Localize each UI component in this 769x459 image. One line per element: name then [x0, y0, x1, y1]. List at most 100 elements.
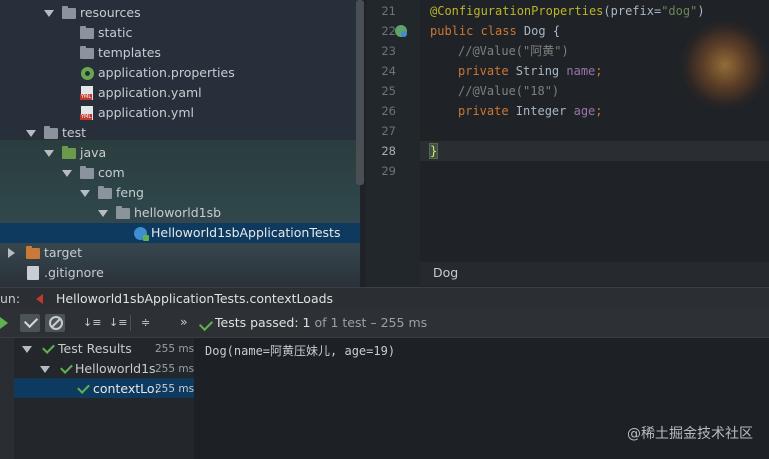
tree-item-label: application.properties [98, 65, 235, 80]
spring-bean-gutter-icon[interactable] [395, 25, 407, 37]
tree-item-test-class[interactable]: Helloworld1sbApplicationTests [0, 223, 360, 243]
test-tree-label: Test Results [58, 341, 132, 356]
folder-icon [44, 126, 58, 139]
code-line-28: } [428, 141, 439, 161]
yml-file-icon [80, 106, 93, 120]
run-config-tab[interactable]: Helloworld1sbApplicationTests.contextLoa… [56, 291, 333, 306]
chevron-down-icon[interactable] [98, 210, 108, 217]
run-label: un: [0, 291, 21, 306]
chevron-down-icon[interactable] [44, 150, 54, 157]
breadcrumb-tooltip: Dog [420, 262, 769, 286]
tree-item-label: test [62, 125, 87, 140]
code-line-21: @ConfigurationProperties(prefix="dog") [430, 1, 705, 21]
run-config-icon [36, 294, 43, 304]
yml-file-icon [80, 86, 93, 100]
test-source-folder-icon [62, 146, 76, 159]
tree-item-resources[interactable]: resources [0, 3, 360, 23]
chevron-right-icon[interactable] [8, 248, 15, 258]
code-token: Dog { [523, 24, 561, 38]
line-number: 23 [381, 44, 396, 58]
tree-item-application-yml[interactable]: application.yml [0, 103, 360, 123]
tree-item-feng[interactable]: feng [0, 183, 360, 203]
chevron-down-icon[interactable] [80, 190, 90, 197]
line-number: 27 [381, 124, 396, 138]
test-duration: 255 ms [155, 383, 195, 395]
test-tree-class[interactable]: Helloworld1s 255 ms [40, 359, 194, 379]
toolbar-divider [130, 315, 131, 331]
tests-passed-icon [198, 316, 214, 332]
test-passed-icon [60, 361, 73, 374]
tree-item-label: java [80, 145, 107, 160]
chevron-down-icon[interactable] [62, 170, 72, 177]
tree-item-templates[interactable]: templates [0, 43, 360, 63]
sort-duration-icon: ↓≡ [109, 316, 128, 329]
package-icon [98, 186, 112, 199]
chevron-down-icon[interactable] [26, 130, 36, 137]
sort-by-duration-button[interactable]: ↓≡ [106, 314, 128, 332]
project-tree: resources static templates application.p… [0, 0, 360, 287]
folder-icon [80, 46, 94, 59]
file-icon [27, 266, 39, 280]
tooltip-text: Dog [433, 265, 459, 280]
package-icon [80, 166, 94, 179]
tree-item-label: com [98, 165, 125, 180]
test-tree-label: Helloworld1s [75, 361, 156, 376]
tree-item-com[interactable]: com [0, 163, 360, 183]
tree-item-label: Helloworld1sbApplicationTests [151, 225, 341, 240]
folder-icon [62, 6, 76, 19]
tree-item-application-yaml[interactable]: application.yaml [0, 83, 360, 103]
keyword-token: private [458, 104, 516, 118]
test-tree-label: contextLo: [93, 381, 159, 396]
show-passed-button[interactable] [20, 313, 40, 332]
rerun-icon[interactable] [0, 317, 8, 329]
console-output[interactable]: Dog(name=阿黄压妹儿, age=19) [205, 342, 395, 359]
tree-item-label: feng [116, 185, 144, 200]
tree-item-gitignore[interactable]: .gitignore [0, 263, 360, 283]
status-suffix: of 1 test – 255 ms [310, 315, 428, 330]
tree-item-static[interactable]: static [0, 23, 360, 43]
test-duration: 255 ms [155, 363, 195, 375]
string-token: "dog" [661, 4, 698, 18]
code-line-25: //@Value("18") [458, 84, 560, 98]
tree-item-label: templates [98, 45, 161, 60]
tree-scrollbar[interactable] [356, 0, 364, 185]
tree-item-helloworld1sb[interactable]: helloworld1sb [0, 203, 360, 223]
expand-all-button[interactable]: ≑ [138, 314, 158, 332]
line-number: 24 [381, 64, 396, 78]
line-number: 28 [381, 144, 396, 158]
tree-item-label: application.yaml [98, 85, 202, 100]
code-line-26: private Integer age; [458, 101, 603, 121]
check-icon [23, 313, 39, 329]
tree-item-java[interactable]: java [0, 143, 360, 163]
line-number: 22 [381, 24, 396, 38]
chevron-down-icon[interactable] [22, 346, 32, 353]
code-token: ; [595, 104, 603, 118]
tree-item-test[interactable]: test [0, 123, 360, 143]
code-token: (prefix= [603, 4, 662, 18]
tree-item-label: static [98, 25, 133, 40]
test-passed-icon [42, 341, 55, 354]
sort-az-icon: ↓≡ [83, 316, 102, 329]
test-tree-root[interactable]: Test Results 255 ms [22, 339, 194, 359]
current-line-highlight [420, 141, 769, 161]
test-tree-method[interactable]: contextLo: 255 ms [76, 379, 194, 399]
line-number: 29 [381, 164, 396, 178]
more-actions-icon[interactable]: » [180, 314, 188, 329]
properties-file-icon [81, 67, 94, 80]
code-line-22: public class Dog { [430, 21, 560, 41]
tree-item-application-properties[interactable]: application.properties [0, 63, 360, 83]
chevron-down-icon[interactable] [44, 10, 54, 17]
tree-item-label: application.yml [98, 105, 194, 120]
show-ignored-button[interactable] [45, 314, 65, 332]
code-line-23: //@Value("阿黄") [458, 44, 569, 58]
package-icon [116, 206, 130, 219]
line-number: 21 [381, 4, 396, 18]
chevron-down-icon[interactable] [40, 366, 50, 373]
field-token: age [573, 104, 596, 118]
ignored-icon [49, 316, 63, 330]
sort-alphabetically-button[interactable]: ↓≡ [80, 314, 102, 332]
tree-item-target[interactable]: target [0, 243, 360, 263]
tree-item-label: resources [80, 5, 141, 20]
field-token: name [566, 64, 596, 78]
code-token: ) [697, 4, 705, 18]
